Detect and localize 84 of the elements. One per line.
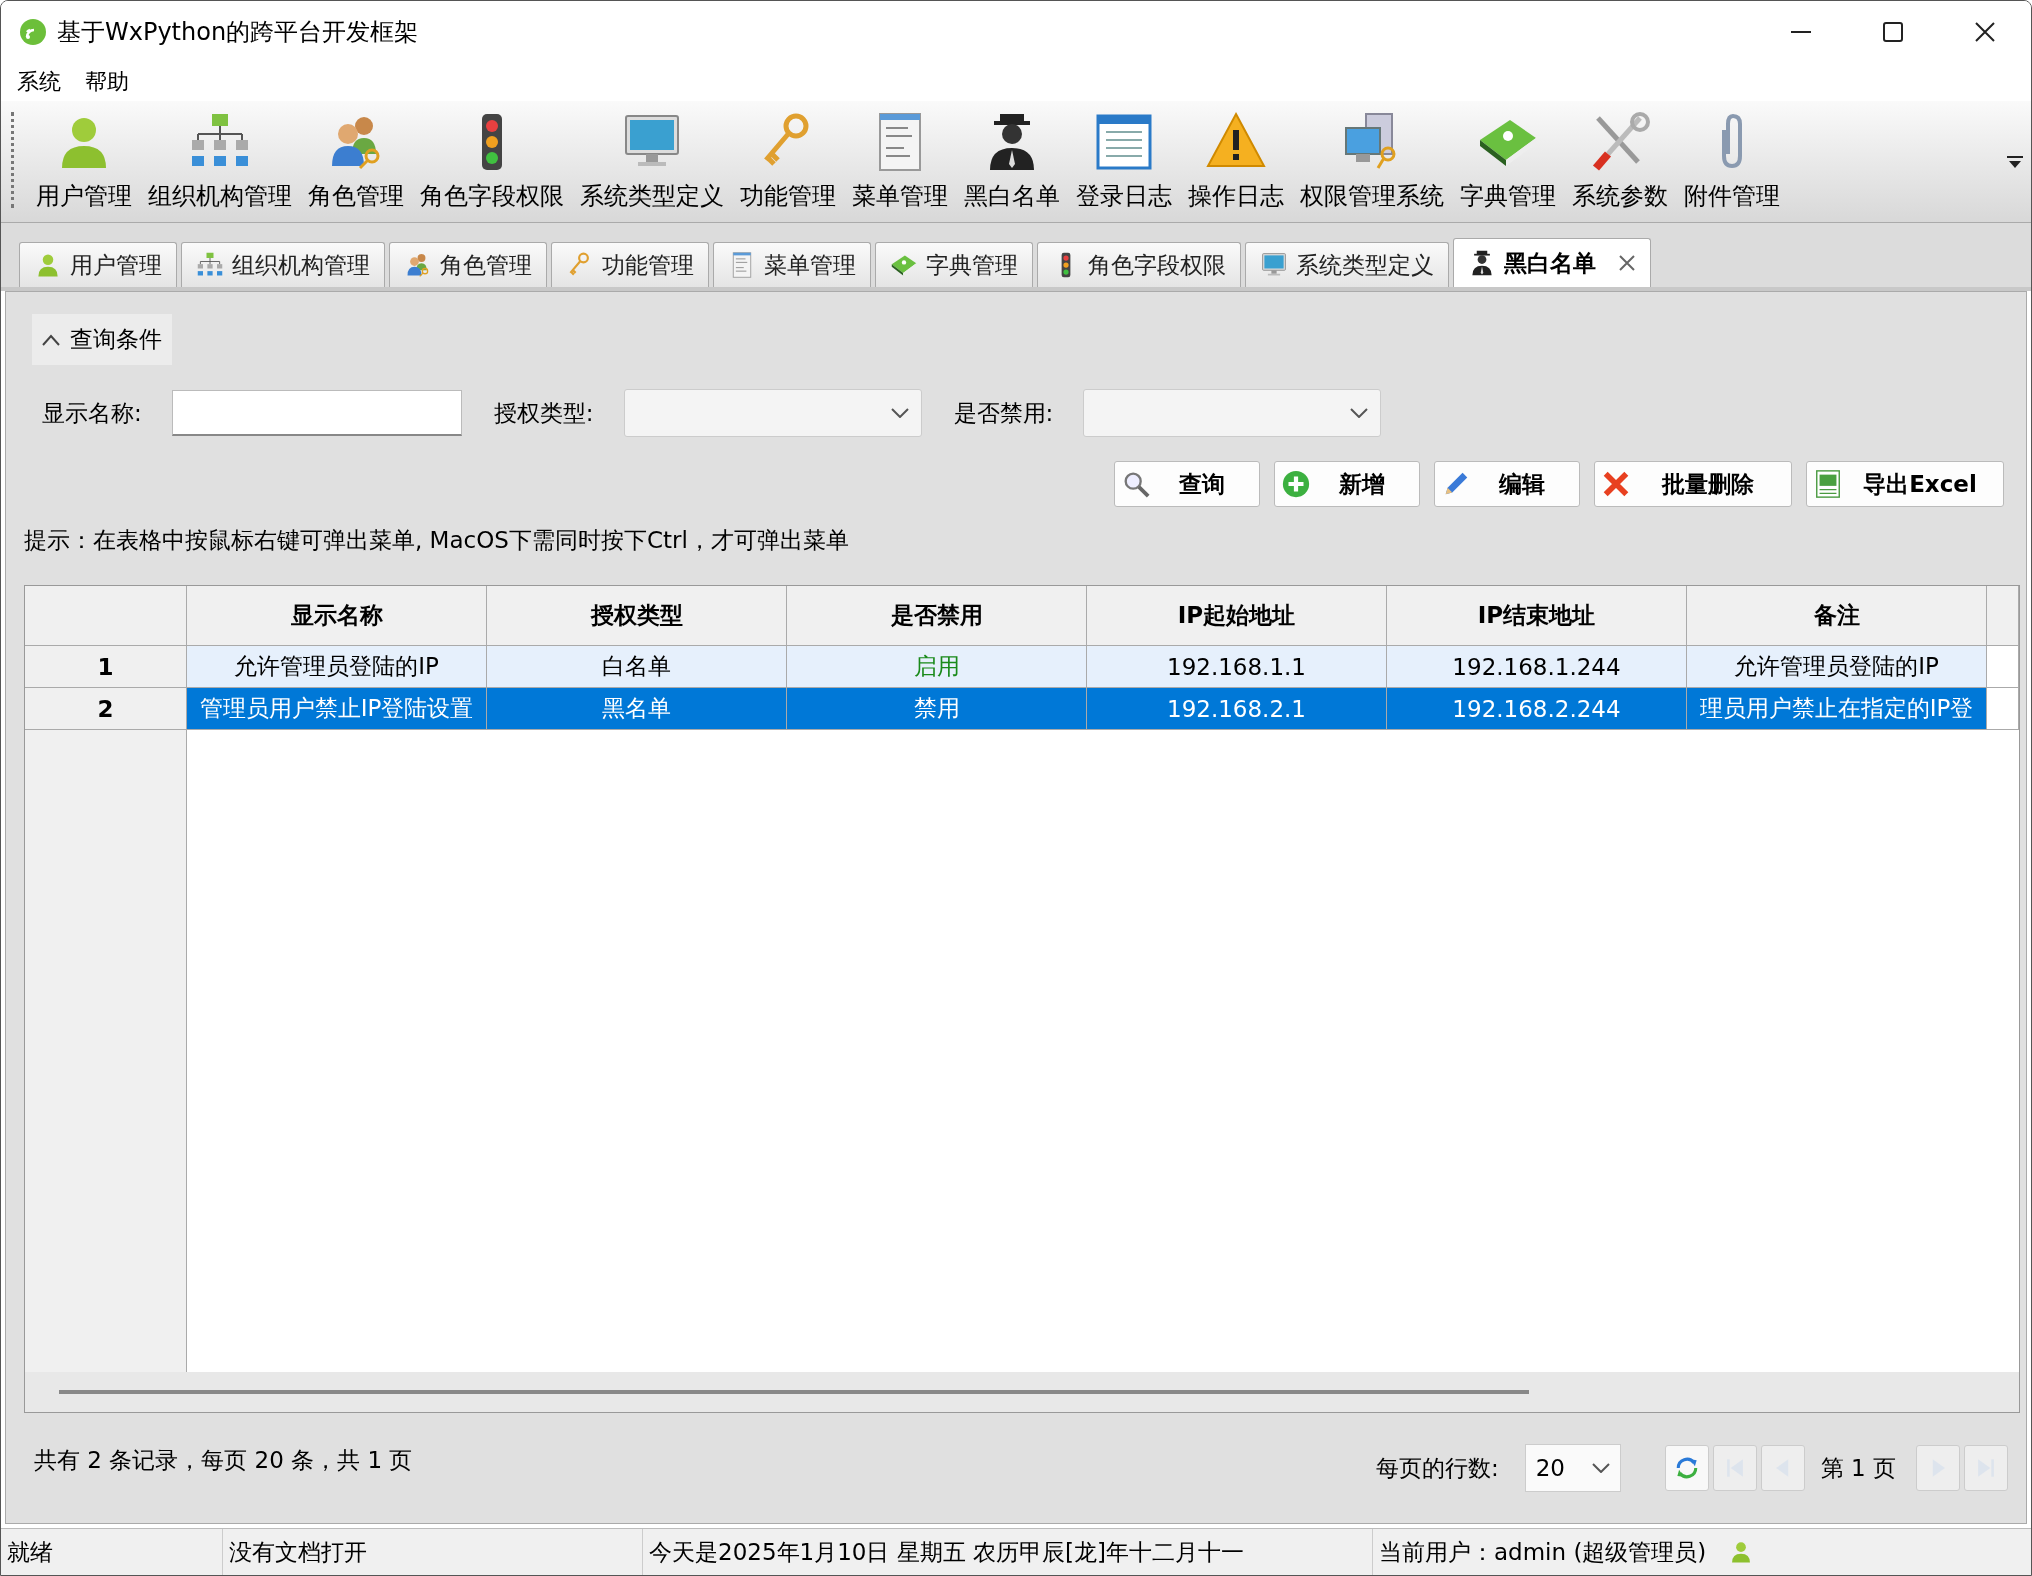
page-indicator: 第 1 页 [1820,1453,1896,1483]
column-header[interactable]: 显示名称 [187,586,487,646]
table-cell: 管理员用户禁止IP登陆设置 [187,688,487,730]
status-text: 就绪 [7,1537,53,1567]
column-header[interactable]: 授权类型 [487,586,787,646]
table-cell: 192.168.2.244 [1387,688,1687,730]
table-cell: 禁用 [787,688,1087,730]
tab[interactable]: 菜单管理 [713,242,871,287]
tab[interactable]: 组织机构管理 [181,242,385,287]
close-icon[interactable] [1975,22,1995,42]
toolbar-action-button[interactable]: 批量删除 [1594,461,1792,507]
tab[interactable]: 角色管理 [389,242,547,287]
toolbar-action-button[interactable]: 导出Excel [1806,461,2004,507]
toolbar-button[interactable]: 组织机构管理 [140,110,300,222]
toolbar-button[interactable]: 字典管理 [1452,110,1564,222]
cross-icon [1601,469,1631,499]
status-text: 没有文档打开 [229,1537,367,1567]
table-cell: 192.168.1.244 [1387,646,1687,688]
tab[interactable]: 字典管理 [875,242,1033,287]
spreadsheet-icon [1813,469,1843,499]
tab[interactable]: 用户管理 [19,242,177,287]
input-field[interactable] [171,390,462,436]
column-header[interactable]: 是否禁用 [787,586,1087,646]
status-text: 当前用户：admin (超级管理员) [1379,1537,1707,1567]
org-chart-icon [196,251,224,279]
table-cell: 允许管理员登陆的IP [187,646,487,688]
toolbar-button[interactable]: 黑白名单 [956,110,1068,222]
toolbar-button[interactable]: 登录日志 [1068,110,1180,222]
toolbar-button[interactable]: 角色字段权限 [412,110,572,222]
section-header[interactable]: 查询条件 [32,314,172,365]
toolbar-button[interactable]: 操作日志 [1180,110,1292,222]
toolbar-action-button[interactable]: 新增 [1274,461,1420,507]
rows-per-page-label: 每页的行数: [1376,1453,1499,1483]
toolbar-button[interactable]: 附件管理 [1676,110,1788,222]
horizontal-scrollbar[interactable] [25,1372,2019,1412]
page-nav-button[interactable] [1664,1445,1709,1491]
tab[interactable]: 系统类型定义 [1245,242,1449,287]
table-cell: 允许管理员登陆的IP [1687,646,1987,688]
toolbar-button[interactable]: 系统参数 [1564,110,1676,222]
tab[interactable]: 角色字段权限 [1037,242,1241,287]
hint-text: 提示：在表格中按鼠标右键可弹出菜单, MacOS下需同时按下Ctrl，才可弹出菜单 [24,527,849,553]
tab[interactable]: 黑白名单 [1453,238,1651,287]
menu-item[interactable]: 帮助 [75,67,143,97]
toolbar-button[interactable]: 菜单管理 [844,110,956,222]
field-label: 是否禁用: [953,398,1054,428]
toolbar-button[interactable]: 功能管理 [732,110,844,222]
toolbar-button[interactable]: 角色管理 [300,110,412,222]
chevron-down-icon [1350,408,1369,418]
field-label: 授权类型: [493,398,594,428]
rows-per-page-dropdown[interactable]: 20 [1524,1444,1621,1492]
dropdown[interactable] [623,389,922,437]
plus-icon [1281,469,1311,499]
table-cell: 理员用户禁止在指定的IP登 [1687,688,1987,730]
row-number[interactable]: 1 [25,646,187,688]
status-text: 今天是2025年1月10日 星期五 农历甲辰[龙]年十二月十一 [649,1537,1244,1567]
maximize-icon[interactable] [1883,22,1903,42]
toolbar-action-button[interactable]: 编辑 [1434,461,1580,507]
table-cell: 启用 [787,646,1087,688]
app-logo-icon [19,18,47,46]
toolbar-button[interactable]: 用户管理 [28,110,140,222]
window-title: 基于WxPython的跨平台开发框架 [57,17,420,48]
toolbar-button[interactable]: 系统类型定义 [572,110,732,222]
chevron-down-icon [1591,1463,1610,1473]
dropdown[interactable] [1083,389,1382,437]
table-cell: 192.168.2.1 [1087,688,1387,730]
menu-item[interactable]: 系统 [7,67,75,97]
column-header[interactable]: IP结束地址 [1387,586,1687,646]
field-label: 显示名称: [42,398,142,428]
corner-cell[interactable] [25,586,187,646]
monitor-icon [1260,251,1288,279]
table-cell: 黑名单 [487,688,787,730]
column-header[interactable]: 备注 [1687,586,1987,646]
dropdown-arrow-icon[interactable] [2007,155,2023,168]
tab[interactable]: 功能管理 [551,242,709,287]
table-cell: 192.168.1.1 [1087,646,1387,688]
toolbar-button[interactable]: 权限管理系统 [1292,110,1452,222]
column-header[interactable]: IP起始地址 [1087,586,1387,646]
toolbar-action-button[interactable]: 查询 [1114,461,1260,507]
chevron-down-icon [890,408,909,418]
record-summary: 共有 2 条记录，每页 20 条，共 1 页 [34,1445,414,1475]
table-cell: 白名单 [487,646,787,688]
chevron-up-icon [42,333,60,346]
scrollbar-thumb[interactable] [59,1390,1529,1394]
row-number[interactable]: 2 [25,688,187,730]
